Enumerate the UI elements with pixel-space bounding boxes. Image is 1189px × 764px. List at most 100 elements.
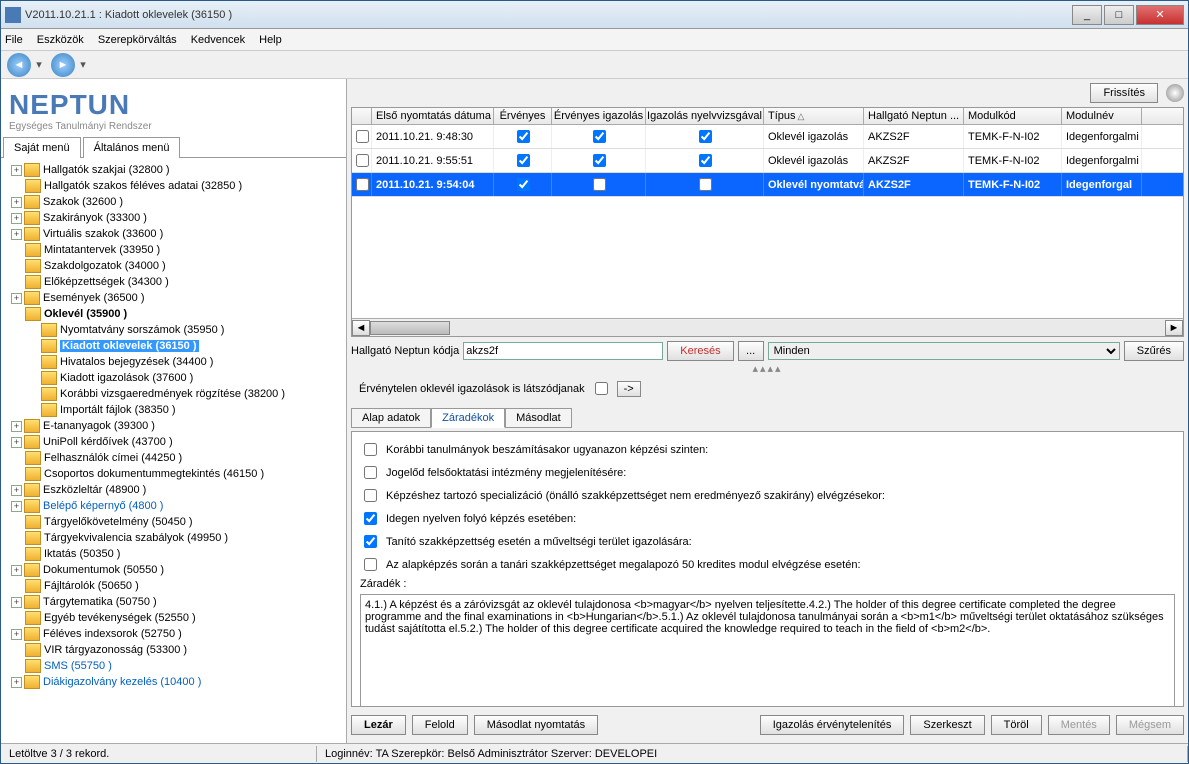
tree-item[interactable]: +Szakok (32600 ) (1, 194, 346, 210)
filter-button[interactable]: Szűrés (1124, 341, 1184, 361)
tree-item[interactable]: +UniPoll kérdőívek (43700 ) (1, 434, 346, 450)
refresh-button[interactable]: Frissítés (1090, 83, 1158, 103)
expand-icon[interactable]: + (11, 629, 22, 640)
table-row[interactable]: 2011.10.21. 9:55:51Oklevél igazolásAKZS2… (352, 149, 1183, 173)
eig-checkbox[interactable] (593, 178, 606, 191)
menu-file[interactable]: File (5, 34, 23, 46)
search-button[interactable]: Keresés (667, 341, 733, 361)
tree-item[interactable]: +Szakirányok (33300 ) (1, 210, 346, 226)
expand-icon[interactable]: + (11, 165, 22, 176)
scroll-right-icon[interactable]: ► (1165, 320, 1183, 336)
expand-icon[interactable]: + (11, 197, 22, 208)
menu-help[interactable]: Help (259, 34, 282, 46)
chk-idegen-nyelv[interactable] (364, 512, 377, 525)
tree-item[interactable]: +Féléves indexsorok (52750 ) (1, 626, 346, 642)
expand-icon[interactable]: + (11, 677, 22, 688)
tree-item[interactable]: +E-tananyagok (39300 ) (1, 418, 346, 434)
tree-item[interactable]: Tárgyekvivalencia szabályok (49950 ) (1, 530, 346, 546)
row-checkbox[interactable] (356, 178, 369, 191)
filter-select[interactable]: Minden (768, 342, 1120, 360)
tree-item[interactable]: Hivatalos bejegyzések (34400 ) (1, 354, 346, 370)
table-row[interactable]: 2011.10.21. 9:54:04Oklevél nyomtatváAKZS… (352, 173, 1183, 197)
nav-tree[interactable]: +Hallgatók szakjai (32800 )Hallgatók sza… (1, 158, 346, 743)
eig-checkbox[interactable] (593, 130, 606, 143)
minimize-button[interactable]: _ (1072, 5, 1102, 25)
tree-item[interactable]: +Diákigazolvány kezelés (10400 ) (1, 674, 346, 690)
expand-icon[interactable]: + (11, 437, 22, 448)
tree-item[interactable]: Szakdolgozatok (34000 ) (1, 258, 346, 274)
col-hn[interactable]: Hallgató Neptun ... (864, 108, 964, 124)
chk-jogelod[interactable] (364, 466, 377, 479)
ervenytelenites-button[interactable]: Igazolás érvénytelenítés (760, 715, 905, 735)
tab-alap-adatok[interactable]: Alap adatok (351, 408, 431, 428)
tree-item[interactable]: +Események (36500 ) (1, 290, 346, 306)
expand-icon[interactable]: + (11, 565, 22, 576)
tree-item[interactable]: +Virtuális szakok (33600 ) (1, 226, 346, 242)
tree-item[interactable]: Kiadott oklevelek (36150 ) (1, 338, 346, 354)
splitter[interactable]: ▴▴▴▴ (351, 365, 1184, 371)
tree-item[interactable]: SMS (55750 ) (1, 658, 346, 674)
erv-checkbox[interactable] (517, 130, 530, 143)
grid-hscroll[interactable]: ◄ ► (352, 318, 1183, 336)
tree-item[interactable]: Fájltárolók (50650 ) (1, 578, 346, 594)
zaradek-textarea[interactable]: 4.1.) A képzést és a záróvizsgát az okle… (360, 594, 1175, 707)
expand-icon[interactable]: + (11, 501, 22, 512)
scroll-left-icon[interactable]: ◄ (352, 320, 370, 336)
expand-icon[interactable]: + (11, 485, 22, 496)
ny-checkbox[interactable] (699, 178, 712, 191)
expand-icon[interactable]: + (11, 229, 22, 240)
row-checkbox[interactable] (356, 154, 369, 167)
tree-item[interactable]: +Hallgatók szakjai (32800 ) (1, 162, 346, 178)
tree-item[interactable]: +Belépő képernyő (4800 ) (1, 498, 346, 514)
tree-item[interactable]: Felhasználók címei (44250 ) (1, 450, 346, 466)
search-input[interactable] (463, 342, 663, 360)
tree-item[interactable]: Egyéb tevékenységek (52550 ) (1, 610, 346, 626)
col-tip[interactable]: Típus△ (764, 108, 864, 124)
tree-item[interactable]: Hallgatók szakos féléves adatai (32850 ) (1, 178, 346, 194)
tree-item[interactable]: +Tárgytematika (50750 ) (1, 594, 346, 610)
tree-item[interactable]: Előképzettségek (34300 ) (1, 274, 346, 290)
close-button[interactable]: ✕ (1136, 5, 1184, 25)
menu-role[interactable]: Szerepkörváltás (98, 34, 177, 46)
tree-item[interactable]: Mintatantervek (33950 ) (1, 242, 346, 258)
mentes-button[interactable]: Mentés (1048, 715, 1110, 735)
apply-arrow-button[interactable]: -> (617, 381, 641, 397)
tree-item[interactable]: Nyomtatvány sorszámok (35950 ) (1, 322, 346, 338)
settings-gear-icon[interactable] (1166, 84, 1184, 102)
tree-item[interactable]: Iktatás (50350 ) (1, 546, 346, 562)
tree-item[interactable]: Csoportos dokumentummegtekintés (46150 ) (1, 466, 346, 482)
row-checkbox[interactable] (356, 130, 369, 143)
eig-checkbox[interactable] (593, 154, 606, 167)
col-eig[interactable]: Érvényes igazolás (552, 108, 646, 124)
megsem-button[interactable]: Mégsem (1116, 715, 1184, 735)
szerkeszt-button[interactable]: Szerkeszt (910, 715, 984, 735)
table-row[interactable]: 2011.10.21. 9:48:30Oklevél igazolásAKZS2… (352, 125, 1183, 149)
tree-item[interactable]: Korábbi vizsgaeredmények rögzítése (3820… (1, 386, 346, 402)
tree-item[interactable]: +Dokumentumok (50550 ) (1, 562, 346, 578)
col-ny[interactable]: Igazolás nyelvvizsgával (646, 108, 764, 124)
tree-item[interactable]: Kiadott igazolások (37600 ) (1, 370, 346, 386)
nav-forward-button[interactable]: ► (51, 53, 75, 77)
nav-forward-dropdown[interactable]: ▾ (77, 53, 89, 77)
tree-item[interactable]: +Eszközleltár (48900 ) (1, 482, 346, 498)
tab-altalanos-menu[interactable]: Általános menü (83, 137, 181, 158)
erv-checkbox[interactable] (517, 154, 530, 167)
col-mod[interactable]: Modulkód (964, 108, 1062, 124)
col-checkbox[interactable] (352, 108, 372, 124)
expand-icon[interactable]: + (11, 213, 22, 224)
menu-tools[interactable]: Eszközök (37, 34, 84, 46)
col-modn[interactable]: Modulnév (1062, 108, 1142, 124)
expand-icon[interactable]: + (11, 421, 22, 432)
chk-alapkepzes[interactable] (364, 558, 377, 571)
search-more-button[interactable]: ... (738, 341, 764, 361)
chk-specializacio[interactable] (364, 489, 377, 502)
torol-button[interactable]: Töröl (991, 715, 1042, 735)
menu-fav[interactable]: Kedvencek (191, 34, 245, 46)
ny-checkbox[interactable] (699, 130, 712, 143)
felold-button[interactable]: Felold (412, 715, 468, 735)
erv-checkbox[interactable] (517, 178, 530, 191)
tree-item[interactable]: VIR tárgyazonosság (53300 ) (1, 642, 346, 658)
ny-checkbox[interactable] (699, 154, 712, 167)
col-erv[interactable]: Érvényes (494, 108, 552, 124)
masodlat-button[interactable]: Másodlat nyomtatás (474, 715, 598, 735)
